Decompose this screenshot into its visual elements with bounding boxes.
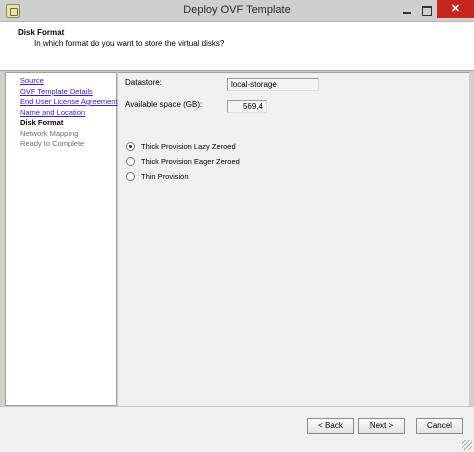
- radio-thin-provision[interactable]: Thin Provision: [126, 171, 189, 182]
- maximize-button[interactable]: [419, 4, 433, 16]
- step-subtitle: In which format do you want to store the…: [34, 39, 225, 48]
- step-header: Disk Format In which format do you want …: [0, 22, 474, 71]
- available-space-label: Available space (GB):: [125, 100, 203, 109]
- radio-button[interactable]: [126, 157, 135, 166]
- disk-format-panel: Datastore: local-storage Available space…: [118, 72, 469, 406]
- radio-thick-eager-zeroed[interactable]: Thick Provision Eager Zeroed: [126, 156, 240, 167]
- nav-step-ready-to-complete: Ready to Complete: [20, 139, 85, 148]
- nav-step-name-location[interactable]: Name and Location: [20, 108, 116, 119]
- close-icon: ✕: [450, 3, 461, 15]
- radio-button-selected[interactable]: [126, 142, 135, 151]
- radio-label: Thick Provision Eager Zeroed: [141, 157, 240, 166]
- nav-step-network-mapping: Network Mapping: [20, 128, 79, 138]
- title-bar[interactable]: Deploy OVF Template ✕: [0, 0, 474, 22]
- close-button[interactable]: ✕: [437, 0, 474, 18]
- nav-step-ovf-template-details[interactable]: OVF Template Details: [20, 87, 116, 98]
- wizard-footer: < Back Next > Cancel: [0, 406, 474, 452]
- nav-step-eula[interactable]: End User License Agreement: [20, 97, 118, 108]
- resize-grip-icon[interactable]: [462, 440, 472, 450]
- nav-step-source[interactable]: Source: [20, 76, 116, 87]
- minimize-button[interactable]: [400, 4, 414, 16]
- datastore-label: Datastore:: [125, 78, 162, 87]
- available-space-field: 569,4: [227, 100, 267, 113]
- radio-button[interactable]: [126, 172, 135, 181]
- deploy-ovf-window: Deploy OVF Template ✕ Disk Format In whi…: [0, 0, 474, 452]
- radio-label: Thick Provision Lazy Zeroed: [141, 142, 236, 151]
- wizard-steps-nav: Source OVF Template Details End User Lic…: [5, 72, 118, 406]
- datastore-field: local-storage: [227, 78, 319, 91]
- next-button[interactable]: Next >: [358, 418, 405, 434]
- back-button[interactable]: < Back: [307, 418, 354, 434]
- nav-step-disk-format: Disk Format: [20, 118, 64, 127]
- radio-thick-lazy-zeroed[interactable]: Thick Provision Lazy Zeroed: [126, 141, 236, 152]
- radio-label: Thin Provision: [141, 172, 189, 181]
- cancel-button[interactable]: Cancel: [416, 418, 463, 434]
- step-title: Disk Format: [18, 28, 65, 37]
